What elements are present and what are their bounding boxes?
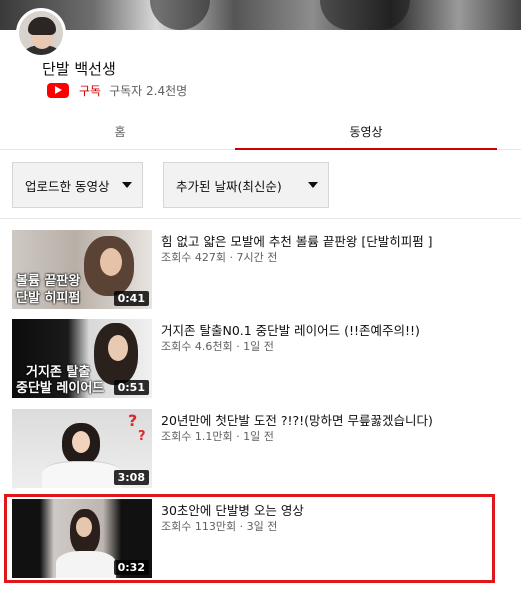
channel-tabs: 홈 동영상 <box>0 112 521 150</box>
tab-videos[interactable]: 동영상 <box>235 112 497 150</box>
video-duration: 0:32 <box>113 560 149 575</box>
video-thumbnail[interactable]: 거지존 탈출 중단발 레이어드 0:51 <box>12 319 152 398</box>
video-meta: 조회수 1.1만회 · 1일 전 <box>161 430 274 443</box>
video-title[interactable]: 거지존 탈출N0.1 중단발 레이어드 (!!존예주의!!) <box>161 320 511 339</box>
subscriber-count: 구독자 2.4천명 <box>109 83 188 98</box>
video-item[interactable]: 0:32 30초안에 단발병 오는 영상 조회수 113만회 · 3일 전 <box>0 499 521 583</box>
video-title[interactable]: 20년만에 첫단발 도전 ?!?!(망하면 무릎꿇겠습니다) <box>161 410 511 429</box>
subscribe-row: 구독 구독자 2.4천명 <box>47 82 187 98</box>
chevron-down-icon <box>308 182 318 188</box>
channel-banner <box>0 0 521 30</box>
video-thumbnail[interactable]: ? ? 3:08 <box>12 409 152 488</box>
video-meta: 조회수 4.6천회 · 1일 전 <box>161 340 274 353</box>
thumbnail-overlay-text: 단발 히피펌 <box>16 291 81 306</box>
video-meta: 조회수 427회 · 7시간 전 <box>161 251 278 264</box>
video-type-label: 업로드한 동영상 <box>25 178 110 194</box>
video-type-dropdown[interactable]: 업로드한 동영상 <box>12 162 143 208</box>
chevron-down-icon <box>122 182 132 188</box>
subscribe-button[interactable]: 구독 <box>79 82 101 99</box>
sort-dropdown[interactable]: 추가된 날짜(최신순) <box>163 162 329 208</box>
banner-shape <box>150 0 210 30</box>
thumbnail-face-shape <box>72 431 90 453</box>
video-thumbnail[interactable]: 볼륨 끝판왕 단발 히피펌 0:41 <box>12 230 152 309</box>
video-duration: 0:41 <box>113 291 149 306</box>
channel-avatar[interactable] <box>16 8 66 58</box>
video-title[interactable]: 30초안에 단발병 오는 영상 <box>161 500 511 519</box>
video-meta: 조회수 113만회 · 3일 전 <box>161 520 278 533</box>
video-item[interactable]: 거지존 탈출 중단발 레이어드 0:51 거지존 탈출N0.1 중단발 레이어드… <box>0 319 521 403</box>
thumbnail-face-shape <box>108 335 128 361</box>
question-mark-icon: ? <box>138 429 146 444</box>
video-item[interactable]: 볼륨 끝판왕 단발 히피펌 0:41 힘 없고 얇은 모발에 추천 볼륨 끝판왕… <box>0 230 521 314</box>
thumbnail-overlay-text: 중단발 레이어드 <box>16 381 105 396</box>
thumbnail-overlay-text: 볼륨 끝판왕 <box>16 274 81 289</box>
sort-label: 추가된 날짜(최신순) <box>176 178 282 194</box>
question-mark-icon: ? <box>128 411 138 430</box>
thumbnail-overlay-text: 거지존 탈출 <box>26 365 91 380</box>
video-duration: 3:08 <box>113 470 149 485</box>
tab-home[interactable]: 홈 <box>10 112 230 150</box>
video-duration: 0:51 <box>113 380 149 395</box>
thumbnail-cape-shape <box>42 461 122 488</box>
channel-name: 단발 백선생 <box>42 60 116 78</box>
banner-shape <box>320 0 410 30</box>
video-title[interactable]: 힘 없고 얇은 모발에 추천 볼륨 끝판왕 [단발히피펌 ] <box>161 231 511 250</box>
video-item[interactable]: ? ? 3:08 20년만에 첫단발 도전 ?!?!(망하면 무릎꿇겠습니다) … <box>0 409 521 493</box>
avatar-hair <box>28 17 56 35</box>
thumbnail-cape-shape <box>56 551 116 578</box>
thumbnail-face-shape <box>76 517 92 537</box>
video-thumbnail[interactable]: 0:32 <box>12 499 152 578</box>
youtube-logo-icon[interactable] <box>47 82 69 98</box>
filter-bar: 업로드한 동영상 추가된 날짜(최신순) <box>0 150 521 219</box>
thumbnail-face-shape <box>100 248 122 276</box>
